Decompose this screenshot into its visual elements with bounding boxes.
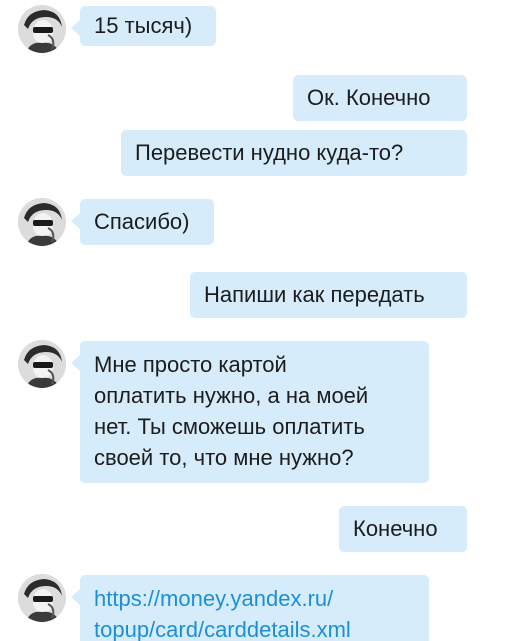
message-bubble-incoming[interactable]: Спасибо) (71, 199, 214, 245)
message-text: Ок. Конечно (307, 85, 431, 110)
contact-photo-icon (18, 340, 66, 388)
message-text: Перевести нудно куда-то? (135, 140, 404, 165)
message-bubble-incoming[interactable]: 15 тысяч) (71, 6, 216, 46)
message-text-line: своей то, что мне нужно? (94, 445, 354, 470)
message-text-line: нет. Ты сможешь оплатить (94, 414, 365, 439)
message-text: 15 тысяч) (94, 13, 193, 38)
contact-avatar[interactable] (18, 340, 66, 388)
message-text-line: Мне просто картой (94, 352, 287, 377)
contact-photo-icon (18, 574, 66, 622)
contact-avatar[interactable] (18, 198, 66, 246)
contact-avatar[interactable] (18, 5, 66, 53)
message-bubble-outgoing[interactable]: Перевести нудно куда-то? (121, 130, 467, 176)
message-bubble-outgoing[interactable]: Ок. Конечно (293, 75, 467, 121)
message-bubble-incoming[interactable]: https://money.yandex.ru/ topup/card/card… (71, 575, 429, 641)
contact-photo-icon (18, 5, 66, 53)
message-link-line[interactable]: https://money.yandex.ru/ (94, 583, 415, 614)
message-text: Спасибо) (94, 209, 190, 234)
message-link-line[interactable]: topup/card/carddetails.xml (94, 614, 415, 641)
message-bubble-incoming[interactable]: Мне просто картой оплатить нужно, а на м… (71, 341, 429, 483)
contact-photo-icon (18, 198, 66, 246)
message-text: Напиши как передать (204, 282, 425, 307)
message-bubble-outgoing[interactable]: Напиши как передать (190, 272, 467, 318)
message-text: Конечно (353, 516, 438, 541)
chat-thread: 15 тысяч) Ок. Конечно Перевести нудно ку… (0, 0, 505, 641)
message-bubble-outgoing[interactable]: Конечно (339, 506, 467, 552)
message-text-line: оплатить нужно, а на моей (94, 383, 369, 408)
contact-avatar[interactable] (18, 574, 66, 622)
